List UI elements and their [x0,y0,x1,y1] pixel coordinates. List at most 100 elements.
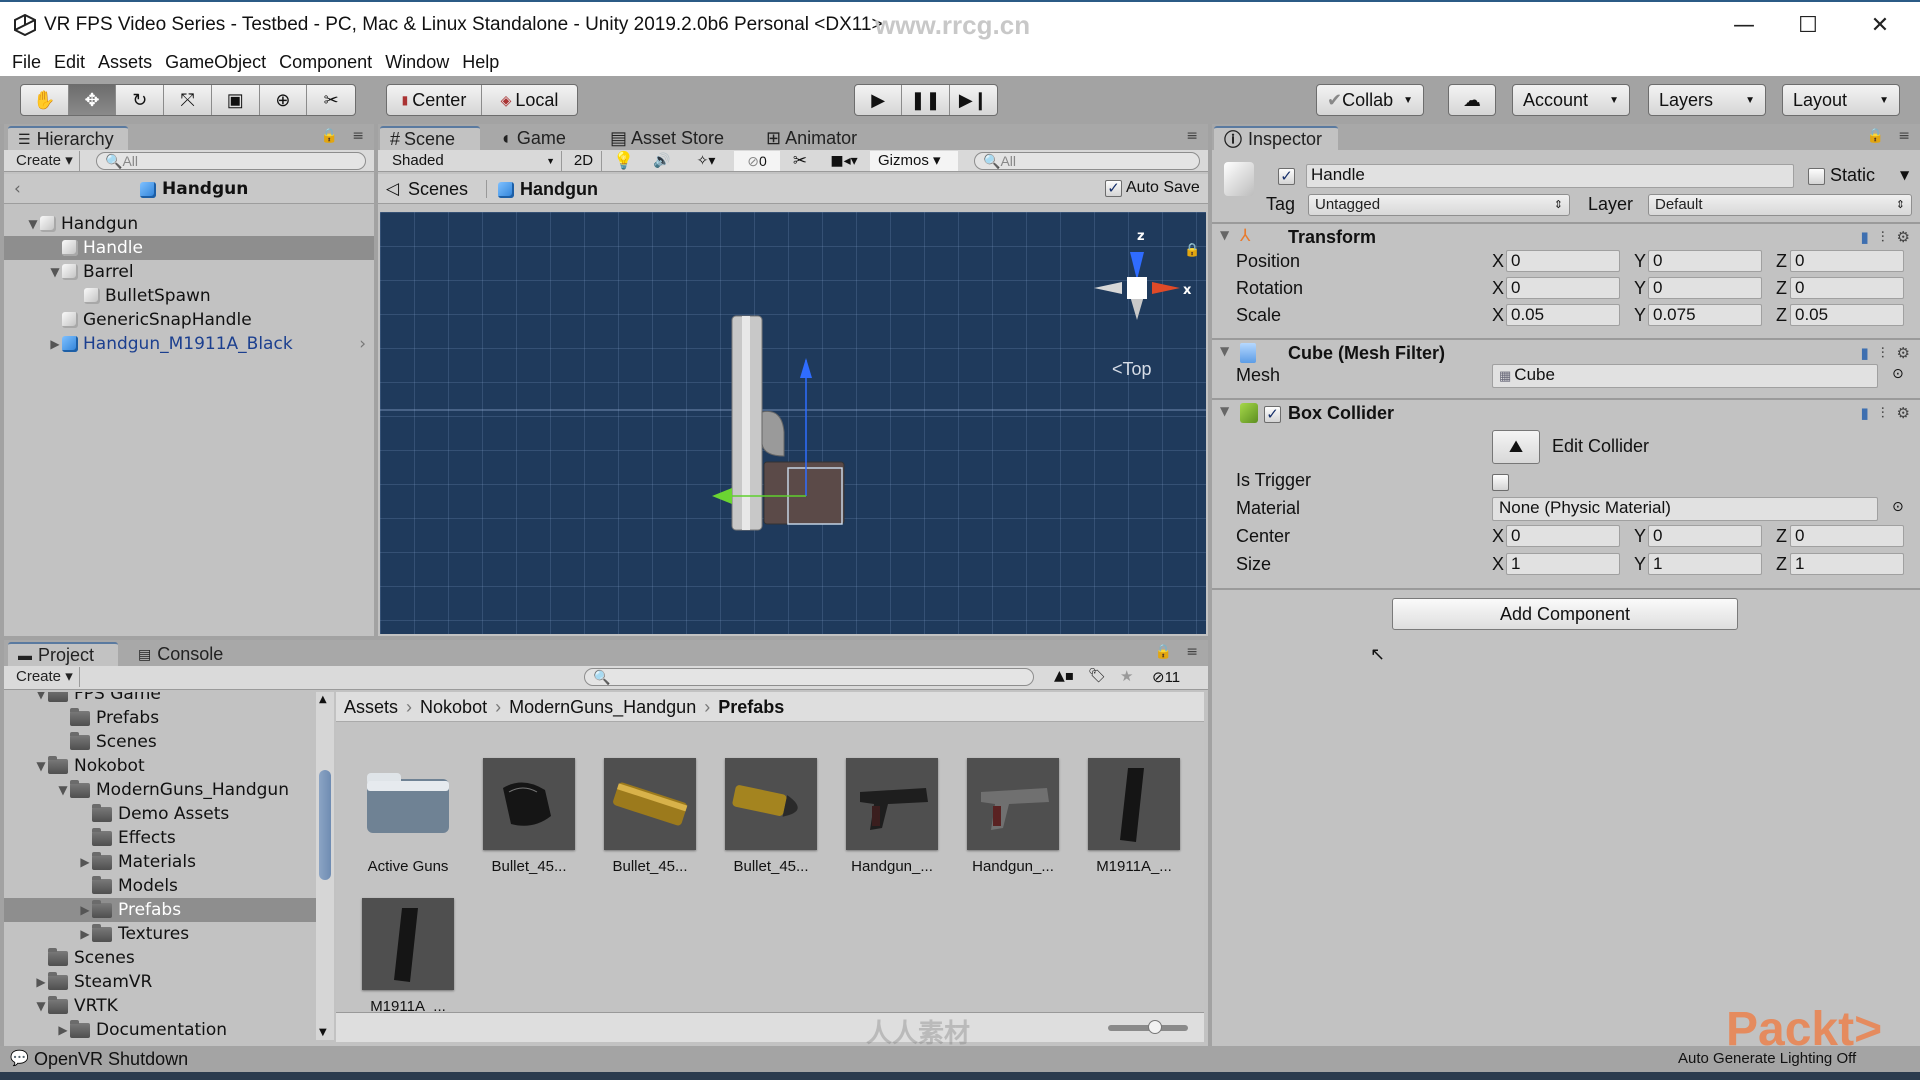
center-z-input[interactable]: 0 [1790,525,1904,547]
gizmo-neg-z-cone[interactable] [1130,296,1144,320]
position-x-input[interactable]: 0 [1506,250,1620,272]
search-by-label-icon[interactable]: 🏷 [1088,668,1106,684]
project-folder-item[interactable]: Scenes [4,946,316,970]
expand-arrow-icon[interactable]: ▶ [56,1023,70,1037]
expand-arrow-icon[interactable]: ▶ [78,927,92,941]
play-button[interactable]: ▶ [855,85,903,115]
expand-arrow-icon[interactable]: ▶ [78,903,92,917]
project-folder-item[interactable]: Effects [4,826,316,850]
project-folder-item[interactable]: Demo Assets [4,802,316,826]
project-folder-item[interactable]: ▼ FPS Game [4,692,316,706]
scrollbar-thumb[interactable] [319,770,331,880]
maximize-button[interactable]: ☐ [1778,8,1838,42]
expand-arrow-icon[interactable]: ▶ [34,975,48,989]
expand-arrow-icon[interactable]: ▼ [56,783,70,797]
scale-tool-button[interactable]: ⤧ [164,85,212,115]
view-label[interactable]: <Top [1112,359,1152,380]
scroll-up-icon[interactable]: ▲ [319,694,327,705]
hidden-packages-toggle[interactable]: ⊘11 [1152,668,1180,686]
gear-icon[interactable]: ⚙ [1897,404,1910,422]
tree-scrollbar[interactable]: ▲ ▼ [316,692,334,1040]
transform-tool-button[interactable]: ⊕ [260,85,308,115]
2d-toggle[interactable]: 2D [566,151,602,171]
rect-tool-button[interactable]: ▣ [212,85,260,115]
hierarchy-create-button[interactable]: Create ▾ [10,151,80,171]
back-chevron-icon[interactable]: ‹ [14,179,21,199]
breadcrumb-prefabs[interactable]: Prefabs [718,697,784,717]
lock-icon[interactable]: 🔒 [1867,128,1884,144]
project-folder-item[interactable]: ▶ Prefabs [4,898,316,922]
breadcrumb-modernguns[interactable]: ModernGuns_Handgun [509,697,696,717]
collapse-arrow-icon[interactable]: ▼ [1220,344,1229,358]
project-folder-item[interactable]: ▶ Textures [4,922,316,946]
status-message[interactable]: OpenVR Shutdown [34,1049,188,1070]
expand-arrow-icon[interactable]: ▶ [78,855,92,869]
hierarchy-item[interactable]: Handle [4,236,374,260]
close-button[interactable]: ✕ [1850,8,1910,42]
asset-item-handgun-silver[interactable] [967,758,1059,850]
project-folder-item[interactable]: Scenes [4,730,316,754]
tab-console[interactable]: ▤ Console [128,642,233,666]
expand-arrow-icon[interactable]: ▼ [26,217,40,231]
scale-x-input[interactable]: 0.05 [1506,304,1620,326]
asset-item-bullet-tip[interactable] [483,758,575,850]
center-y-input[interactable]: 0 [1648,525,1762,547]
help-book-icon[interactable]: ▮ [1861,344,1869,362]
preset-sliders-icon[interactable]: ⫶ [1881,344,1885,362]
scale-z-input[interactable]: 0.05 [1790,304,1904,326]
breadcrumb-assets[interactable]: Assets [344,697,398,717]
favorite-star-icon[interactable]: ★ [1120,667,1133,685]
gizmo-center-cube[interactable] [1127,277,1147,299]
orientation-gizmo[interactable]: z x [1094,229,1192,320]
scene-viewport[interactable]: z x 🔒 <Top [380,212,1206,634]
help-book-icon[interactable]: ▮ [1861,404,1869,422]
hierarchy-item[interactable]: ▼ Handgun [4,212,374,236]
menu-file[interactable]: File [12,52,41,73]
asset-item-handgun-black[interactable] [846,758,938,850]
tab-animator[interactable]: ⊞ Animator [756,126,867,150]
menu-component[interactable]: Component [279,52,372,73]
hierarchy-item[interactable]: GenericSnapHandle [4,308,374,332]
project-folder-item[interactable]: ▼ VRTK [4,994,316,1018]
account-dropdown[interactable]: Account ▼ [1512,84,1630,116]
pivot-local-button[interactable]: ◈ Local [482,85,577,115]
project-folder-item[interactable]: ▶ Documentation [4,1018,316,1040]
move-tool-button[interactable]: ✥ [68,85,117,115]
tab-inspector[interactable]: ⓘ Inspector [1214,126,1338,150]
gear-icon[interactable]: ⚙ [1897,344,1910,362]
lock-icon[interactable]: 🔒 [321,128,338,144]
gizmo-neg-x-cone[interactable] [1094,282,1122,294]
transform-header[interactable]: ▼ ⅄ Transform ▮ ⫶ ⚙ [1212,222,1920,250]
size-y-input[interactable]: 1 [1648,553,1762,575]
open-prefab-chevron-icon[interactable]: › [359,334,366,354]
effects-dropdown[interactable]: ✧▾ [682,151,730,171]
asset-item-bullet-full[interactable] [725,758,817,850]
minimize-button[interactable]: — [1714,8,1774,42]
expand-arrow-icon[interactable]: ▼ [34,759,48,773]
panel-menu-icon[interactable]: ≡ [1186,644,1198,660]
hidden-objects-toggle[interactable]: ⊘0 [734,151,780,171]
scroll-down-icon[interactable]: ▼ [319,1027,327,1038]
panel-menu-icon[interactable]: ≡ [1186,128,1198,144]
position-z-input[interactable]: 0 [1790,250,1904,272]
project-folder-item[interactable]: Prefabs [4,706,316,730]
collapse-arrow-icon[interactable]: ▼ [1220,404,1229,418]
project-folder-item[interactable]: ▼ Nokobot [4,754,316,778]
slider-thumb[interactable] [1148,1020,1162,1034]
rotation-z-input[interactable]: 0 [1790,277,1904,299]
edit-collider-button[interactable]: ⛰ [1492,430,1540,464]
rotate-tool-button[interactable]: ↻ [116,85,165,115]
expand-arrow-icon[interactable]: ▼ [48,265,62,279]
active-checkbox[interactable]: ✓ [1278,166,1295,186]
scene-tools-button[interactable]: ✂ [782,151,818,171]
rotation-y-input[interactable]: 0 [1648,277,1762,299]
menu-gameobject[interactable]: GameObject [165,52,266,73]
expand-arrow-icon[interactable]: ▼ [34,999,48,1013]
collapse-arrow-icon[interactable]: ▼ [1220,228,1229,242]
project-create-button[interactable]: Create ▾ [10,667,80,687]
preset-sliders-icon[interactable]: ⫶ [1881,404,1885,422]
add-component-button[interactable]: Add Component [1392,598,1738,630]
y-axis-arrow-icon[interactable] [800,358,812,378]
size-x-input[interactable]: 1 [1506,553,1620,575]
project-folder-item[interactable]: ▼ ModernGuns_Handgun [4,778,316,802]
